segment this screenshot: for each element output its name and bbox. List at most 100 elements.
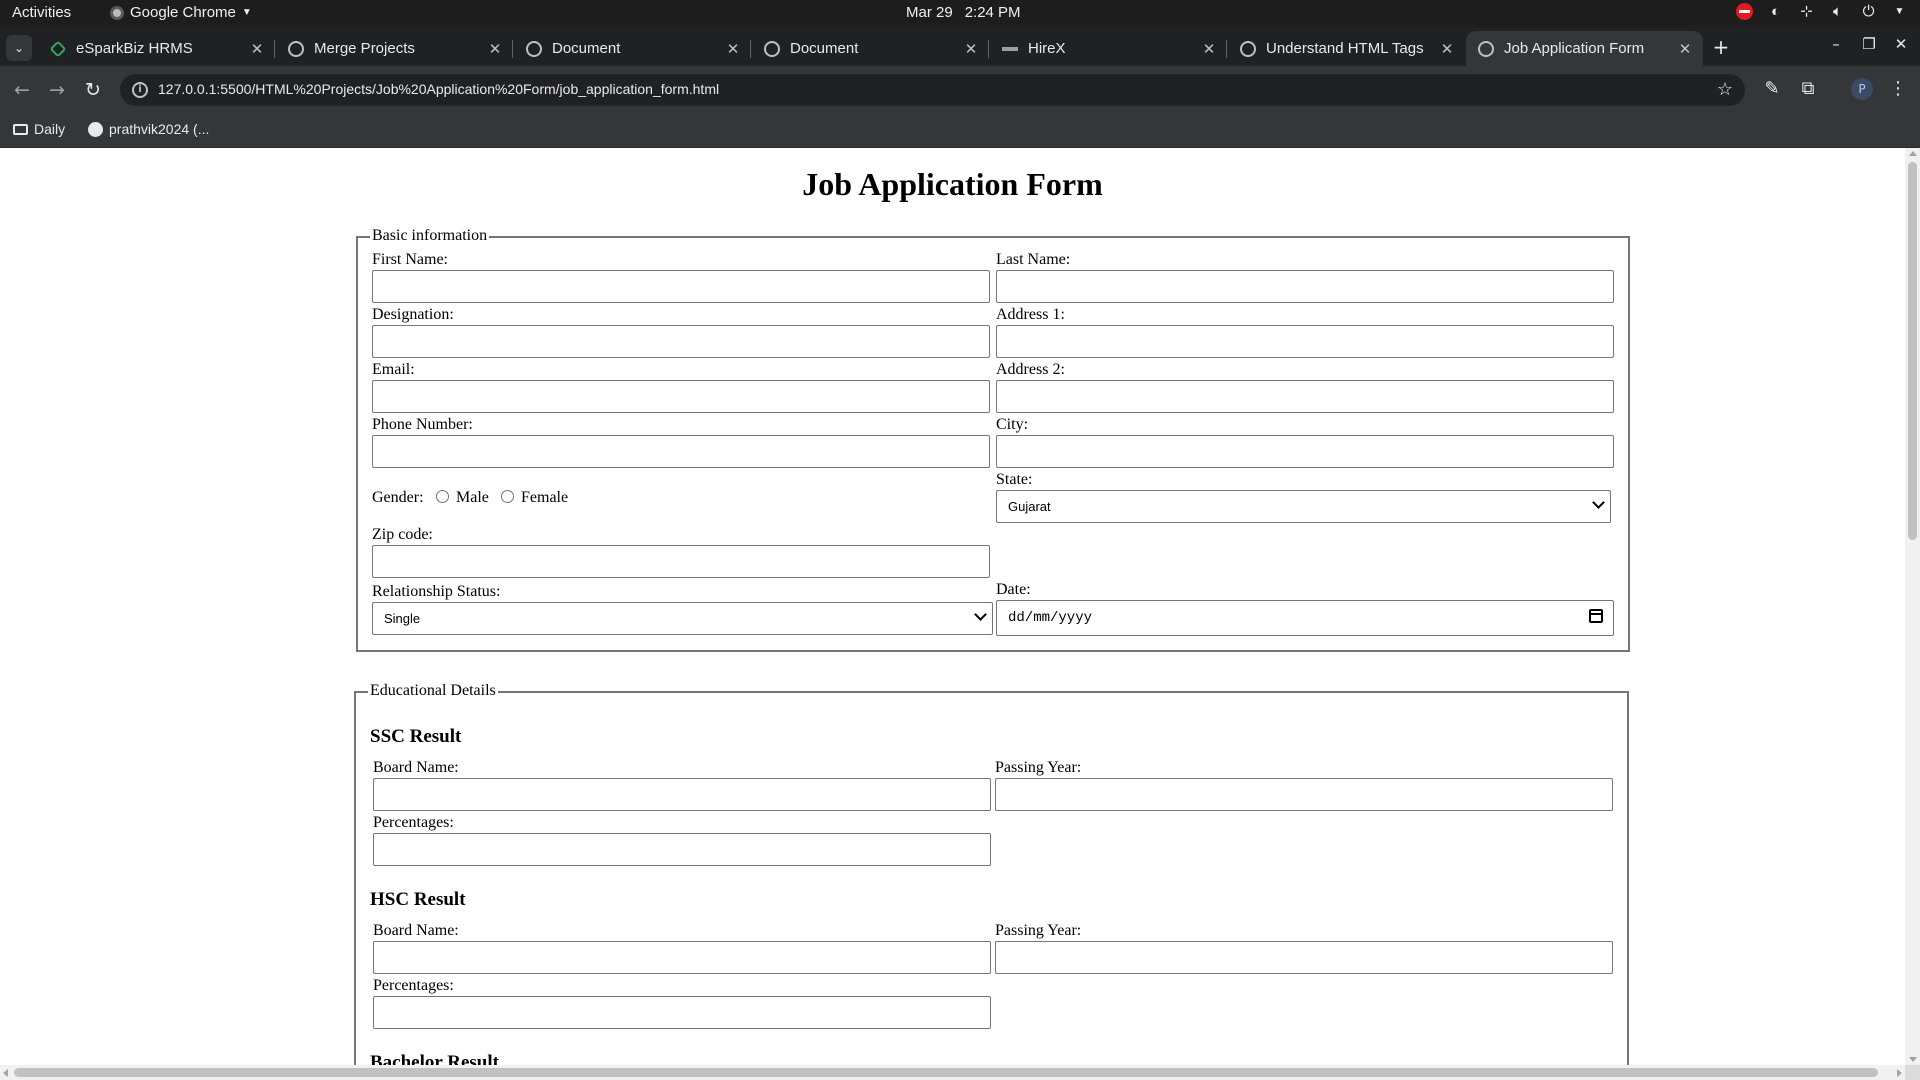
tab-strip: ⌄ eSparkBiz HRMS ✕ Merge Projects ✕ Docu… <box>0 27 1920 66</box>
chrome-icon <box>110 5 124 20</box>
system-tray[interactable]: ◐ ⊹ 🔈︎ ⏻ ▼ <box>1736 3 1908 20</box>
extensions-icon[interactable]: ⧉ <box>1796 78 1820 99</box>
scroll-right-icon[interactable] <box>1897 1069 1902 1077</box>
close-icon[interactable]: ✕ <box>247 40 267 58</box>
kebab-menu-icon[interactable]: ⋮ <box>1886 78 1910 99</box>
ssc-result-heading: SSC Result <box>370 726 462 747</box>
address2-input[interactable] <box>996 380 1614 413</box>
ssc-year-input[interactable] <box>995 778 1613 811</box>
forward-icon[interactable]: → <box>45 78 69 102</box>
calendar-icon[interactable] <box>1589 609 1603 623</box>
tab-separator <box>750 40 751 58</box>
scroll-up-icon[interactable] <box>1909 151 1917 156</box>
hsc-year-label: Passing Year: <box>995 922 1082 939</box>
reload-icon[interactable]: ↻ <box>81 78 105 102</box>
vertical-scroll-thumb[interactable] <box>1908 162 1917 540</box>
state-select[interactable]: Gujarat <box>996 490 1611 523</box>
app-menu[interactable]: Google Chrome ▼ <box>110 4 252 21</box>
close-icon[interactable]: ✕ <box>485 40 505 58</box>
restore-icon[interactable]: ❐ <box>1858 35 1880 53</box>
tab-document-1[interactable]: Document ✕ <box>514 31 751 66</box>
gender-female-radio[interactable] <box>501 490 514 503</box>
horizontal-scroll-thumb[interactable] <box>14 1068 1878 1077</box>
designation-input[interactable] <box>372 325 990 358</box>
tab-title: Understand HTML Tags <box>1266 40 1424 57</box>
gender-male-label[interactable]: Male <box>456 489 489 507</box>
zip-label: Zip code: <box>372 526 433 543</box>
address1-input[interactable] <box>996 325 1614 358</box>
phone-input[interactable] <box>372 435 990 468</box>
ssc-percent-input[interactable] <box>373 833 991 866</box>
profile-avatar[interactable]: P <box>1851 78 1873 100</box>
back-icon[interactable]: ← <box>10 78 34 102</box>
scroll-left-icon[interactable] <box>3 1069 8 1077</box>
tab-understand-html-tags[interactable]: Understand HTML Tags ✕ <box>1228 31 1465 66</box>
hsc-board-label: Board Name: <box>373 922 459 939</box>
tab-title: HireX <box>1028 40 1066 57</box>
github-icon <box>88 121 103 137</box>
first-name-input[interactable] <box>372 270 990 303</box>
tab-title: Document <box>552 40 621 57</box>
address-bar[interactable]: i 127.0.0.1:5500/HTML%20Projects/Job%20A… <box>120 74 1745 106</box>
phone-label: Phone Number: <box>372 416 473 433</box>
bookmark-star-icon[interactable]: ☆ <box>1717 79 1733 100</box>
vertical-scrollbar[interactable] <box>1905 148 1920 1065</box>
hsc-board-input[interactable] <box>373 941 991 974</box>
tab-merge-projects[interactable]: Merge Projects ✕ <box>276 31 513 66</box>
network-icon: ⊹ <box>1800 3 1813 20</box>
bookmark-daily[interactable]: Daily <box>13 121 65 137</box>
gender-female-label[interactable]: Female <box>521 489 568 507</box>
last-name-input[interactable] <box>996 270 1614 303</box>
ssc-percent-label: Percentages: <box>373 814 454 831</box>
minimize-icon[interactable]: – <box>1825 35 1847 53</box>
city-input[interactable] <box>996 435 1614 468</box>
basic-information-legend: Basic information <box>370 227 490 245</box>
state-label: State: <box>996 471 1033 488</box>
horizontal-scrollbar[interactable] <box>0 1065 1905 1080</box>
scroll-down-icon[interactable] <box>1909 1057 1917 1062</box>
tab-job-application-form[interactable]: Job Application Form ✕ <box>1466 31 1703 66</box>
tab-separator <box>988 40 989 58</box>
close-icon[interactable]: ✕ <box>961 40 981 58</box>
date-input[interactable]: dd/mm/yyyy <box>996 600 1614 636</box>
email-input[interactable] <box>372 380 990 413</box>
close-window-icon[interactable]: ✕ <box>1890 35 1912 53</box>
site-info-icon[interactable]: i <box>132 82 148 98</box>
designation-label: Designation: <box>372 306 454 323</box>
tab-hirex[interactable]: HireX ✕ <box>990 31 1227 66</box>
close-icon[interactable]: ✕ <box>723 40 743 58</box>
chevron-down-icon <box>1592 496 1605 509</box>
hsc-year-input[interactable] <box>995 941 1613 974</box>
bookmark-label: Daily <box>34 121 66 137</box>
close-icon[interactable]: ✕ <box>1437 40 1457 58</box>
tab-separator <box>512 40 513 58</box>
gender-male-radio[interactable] <box>436 490 449 503</box>
hsc-percent-input[interactable] <box>373 996 991 1029</box>
bookmark-github[interactable]: prathvik2024 (... <box>88 121 209 137</box>
new-tab-button[interactable]: + <box>1708 35 1734 59</box>
chevron-down-icon: ▼ <box>241 7 252 18</box>
tab-esparkbiz-hrms[interactable]: eSparkBiz HRMS ✕ <box>38 31 275 66</box>
eyedropper-icon[interactable]: ✎ <box>1760 78 1784 99</box>
clock[interactable]: Mar 29 2:24 PM <box>906 4 1021 21</box>
tab-search-button[interactable]: ⌄ <box>6 35 32 61</box>
hsc-percent-label: Percentages: <box>373 977 454 994</box>
basic-information-fieldset: Basic information First Name: Last Name:… <box>356 227 1630 652</box>
activities-button[interactable]: Activities <box>12 4 71 21</box>
tab-document-2[interactable]: Document ✕ <box>752 31 989 66</box>
page-title: Job Application Form <box>802 166 1103 202</box>
folder-icon <box>13 123 28 135</box>
relationship-select[interactable]: Single <box>372 602 993 635</box>
hirex-icon <box>1002 46 1018 51</box>
power-icon: ⏻ <box>1862 3 1875 20</box>
close-icon[interactable]: ✕ <box>1199 40 1219 58</box>
zip-input[interactable] <box>372 545 990 578</box>
globe-icon <box>764 40 780 57</box>
first-name-label: First Name: <box>372 251 448 268</box>
address1-label: Address 1: <box>996 306 1065 323</box>
hsc-result-heading: HSC Result <box>370 889 466 910</box>
close-icon[interactable]: ✕ <box>1675 40 1695 58</box>
ssc-year-label: Passing Year: <box>995 759 1082 776</box>
scrollbar-corner <box>1905 1065 1920 1080</box>
ssc-board-input[interactable] <box>373 778 991 811</box>
